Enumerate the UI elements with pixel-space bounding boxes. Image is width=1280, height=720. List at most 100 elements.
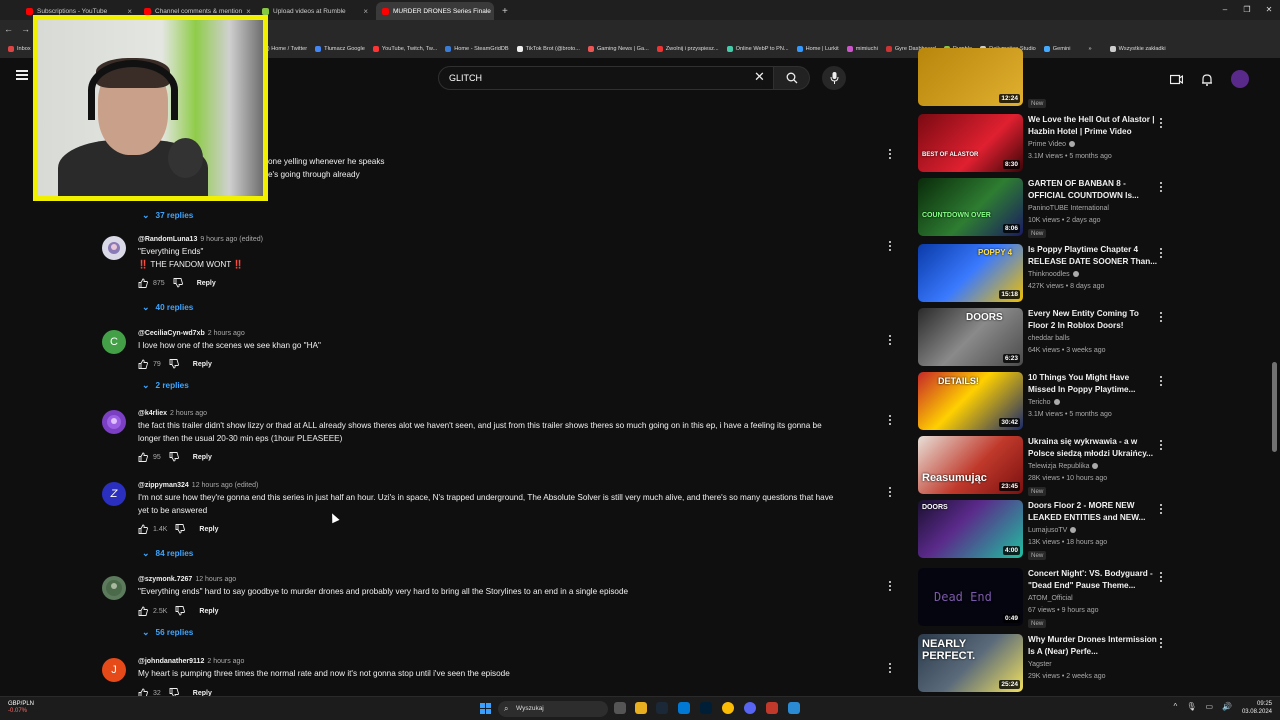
comment-menu-icon[interactable] — [888, 415, 892, 427]
comment-menu-icon[interactable] — [888, 335, 892, 347]
app-icon[interactable] — [788, 702, 800, 714]
bookmark-google-translate[interactable]: Tłumacz Google — [315, 46, 365, 52]
view-replies-button[interactable]: ⌄ 56 replies — [142, 627, 193, 638]
video-menu-icon[interactable] — [1159, 440, 1163, 452]
comment-author[interactable]: @zippyman324 — [138, 482, 189, 489]
video-menu-icon[interactable] — [1159, 638, 1163, 650]
view-replies-button[interactable]: ⌄ 37 replies — [142, 210, 193, 221]
avatar[interactable] — [102, 410, 126, 434]
video-menu-icon[interactable] — [1159, 504, 1163, 516]
discord-icon[interactable] — [744, 702, 756, 714]
dislike-thumb-down-icon[interactable] — [175, 524, 186, 534]
bookmark-lurkit[interactable]: Home | Lurkit — [796, 46, 839, 52]
like-thumb-up-icon[interactable] — [138, 359, 148, 369]
page-scrollbar[interactable] — [1270, 96, 1280, 696]
view-replies-button[interactable]: ⌄ 2 replies — [142, 380, 189, 391]
video-title[interactable]: Why Murder Drones Intermission Is A (Nea… — [1028, 634, 1158, 658]
account-avatar[interactable] — [1231, 70, 1249, 88]
reply-button[interactable]: Reply — [199, 526, 218, 533]
comment-time[interactable]: 2 hours ago — [208, 330, 245, 337]
forward-icon[interactable]: → — [21, 24, 30, 34]
reply-button[interactable]: Reply — [197, 280, 216, 287]
avatar[interactable] — [102, 236, 126, 260]
video-thumbnail[interactable]: Dead End 0:49 — [918, 568, 1023, 626]
avatar[interactable] — [102, 576, 126, 600]
recommended-video[interactable]: DETAILS! 30:42 10 Things You Might Have M… — [918, 372, 1168, 432]
comment-author[interactable]: @RandomLuna13 — [138, 236, 197, 243]
like-thumb-up-icon[interactable] — [138, 278, 148, 288]
tab-rumble-upload[interactable]: Upload videos at Rumble × — [256, 2, 374, 20]
video-title[interactable]: GARTEN OF BANBAN 8 - OFFICIAL COUNTDOWN … — [1028, 178, 1158, 202]
dislike-thumb-down-icon[interactable] — [173, 278, 183, 288]
video-menu-icon[interactable] — [1159, 118, 1163, 130]
dislike-thumb-down-icon[interactable] — [169, 452, 179, 462]
dislike-thumb-down-icon[interactable] — [169, 359, 179, 369]
avatar[interactable]: C — [102, 330, 126, 354]
video-thumbnail[interactable]: POPPY 4 15:18 — [918, 244, 1023, 302]
bookmark-gaming-news[interactable]: Gaming News | Ga... — [587, 46, 649, 52]
reply-button[interactable]: Reply — [199, 608, 218, 615]
bookmark-tiktok[interactable]: TikTok Brot (@broto... — [516, 46, 580, 52]
reply-button[interactable]: Reply — [193, 361, 212, 368]
store-icon[interactable] — [678, 702, 690, 714]
comment-menu-icon[interactable] — [888, 149, 892, 161]
comment-time[interactable]: 2 hours ago — [170, 410, 207, 417]
tab-murder-drones[interactable]: MURDER DRONES Series Finale× — [376, 2, 494, 20]
volume-icon[interactable]: 🔊 — [1222, 702, 1232, 711]
voice-search-button[interactable] — [822, 66, 846, 90]
comment-time[interactable]: 12 hours ago — [195, 576, 236, 583]
close-tab-icon[interactable]: × — [359, 7, 368, 16]
comment-author[interactable]: @johndanather9112 — [138, 658, 204, 665]
tray-chevron-icon[interactable]: ^ — [1174, 702, 1178, 711]
search-button[interactable] — [774, 66, 810, 90]
video-channel[interactable]: ATOM_Official — [1028, 595, 1073, 602]
video-thumbnail[interactable]: DOORS 4:00 — [918, 500, 1023, 558]
video-channel[interactable]: Yagster — [1028, 661, 1052, 668]
video-channel[interactable]: Tericho — [1028, 399, 1060, 406]
comment-time[interactable]: 12 hours ago (edited) — [192, 482, 259, 489]
bookmark-steamgriddb[interactable]: Home - SteamGridDB — [445, 46, 509, 52]
restore-icon[interactable]: ❐ — [1236, 0, 1258, 20]
notifications-bell-icon[interactable] — [1201, 73, 1213, 86]
bookmark-zwolnij[interactable]: Zwolnij i przyspiesz... — [656, 46, 719, 52]
avatar[interactable]: Z — [102, 482, 126, 506]
video-title[interactable]: Concert Night': VS. Bodyguard - "Dead En… — [1028, 568, 1158, 592]
like-thumb-up-icon[interactable] — [138, 524, 148, 534]
video-channel[interactable]: Telewizja Republika — [1028, 463, 1099, 470]
video-channel[interactable]: LumajusoTV — [1028, 527, 1077, 534]
steam-icon[interactable] — [656, 702, 668, 714]
bookmark-youtube-twitch[interactable]: YouTube, Twitch, Tw... — [372, 46, 437, 52]
video-menu-icon[interactable] — [1159, 312, 1163, 324]
video-menu-icon[interactable] — [1159, 376, 1163, 388]
recommended-video[interactable]: POPPY 4 15:18 Is Poppy Playtime Chapter 4… — [918, 244, 1168, 304]
like-thumb-up-icon[interactable] — [138, 606, 148, 616]
start-button-windows-icon[interactable] — [480, 703, 491, 714]
avatar[interactable]: J — [102, 658, 126, 682]
video-title[interactable]: Doors Floor 2 - MORE NEW LEAKED ENTITIES… — [1028, 500, 1158, 524]
video-thumbnail[interactable]: DETAILS! 30:42 — [918, 372, 1023, 430]
bookmark-mimiuchi[interactable]: mimiuchi — [846, 46, 878, 52]
recommended-video[interactable]: DOORS 6:23 Every New Entity Coming To Flo… — [918, 308, 1168, 368]
bookmark-webp[interactable]: Online WebP to PN... — [726, 46, 789, 52]
microphone-icon[interactable]: 🎙 — [1186, 702, 1196, 711]
comment-author[interactable]: @k4rliex — [138, 410, 167, 417]
system-clock[interactable]: 09:25 03.08.2024 — [1242, 700, 1272, 716]
taskbar-search-input[interactable]: ⌕ Wyszukaj — [498, 701, 608, 717]
video-channel[interactable]: Thinknoodles — [1028, 271, 1079, 278]
video-thumbnail[interactable]: COUNTDOWN OVER 8:06 — [918, 178, 1023, 236]
video-title[interactable]: 10 Things You Might Have Missed In Poppy… — [1028, 372, 1158, 396]
minimize-icon[interactable]: – — [1214, 0, 1236, 20]
video-channel[interactable]: Prime Video — [1028, 141, 1076, 148]
video-thumbnail[interactable]: 12:24 — [918, 48, 1023, 106]
video-thumbnail[interactable]: NEARLY PERFECT. 25:24 — [918, 634, 1023, 692]
back-icon[interactable]: ← — [4, 24, 13, 34]
comment-author[interactable]: @szymonk.7267 — [138, 576, 192, 583]
video-menu-icon[interactable] — [1159, 572, 1163, 584]
close-tab-icon[interactable]: × — [491, 7, 494, 16]
close-window-icon[interactable]: ✕ — [1258, 0, 1280, 20]
video-menu-icon[interactable] — [1159, 182, 1163, 194]
create-video-icon[interactable] — [1170, 74, 1183, 85]
comment-menu-icon[interactable] — [888, 241, 892, 253]
video-title[interactable]: We Love the Hell Out of Alastor | Hazbin… — [1028, 114, 1158, 138]
menu-hamburger-icon[interactable] — [16, 70, 28, 80]
